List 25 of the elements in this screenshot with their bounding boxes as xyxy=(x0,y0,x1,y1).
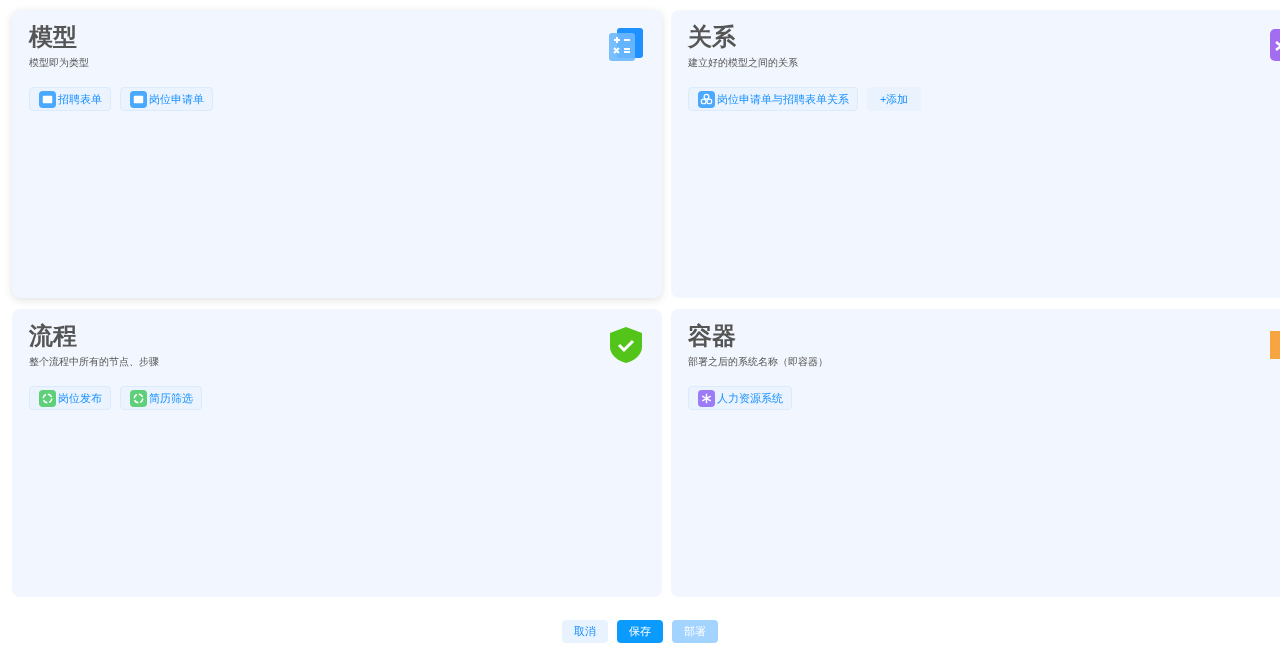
card-subtitle: 部署之后的系统名称（即容器） xyxy=(688,355,828,369)
tag-chip[interactable]: 岗位申请单 xyxy=(120,87,213,111)
form-icon xyxy=(39,90,56,108)
card-subtitle: 建立好的模型之间的关系 xyxy=(688,56,798,70)
card-subtitle: 模型即为类型 xyxy=(29,56,89,70)
card-subtitle: 整个流程中所有的节点、步骤 xyxy=(29,355,159,369)
tag-chip[interactable]: 岗位发布 xyxy=(29,386,111,410)
form-icon xyxy=(130,90,147,108)
primary-button[interactable]: 保存 xyxy=(617,620,663,643)
secondary-button[interactable]: 取消 xyxy=(562,620,608,643)
cycle-icon xyxy=(130,389,147,407)
relation-icon xyxy=(698,90,715,108)
tag-chip[interactable]: 招聘表单 xyxy=(29,87,111,111)
tag-chip[interactable]: 岗位申请单与招聘表单关系 xyxy=(688,87,858,111)
add-button[interactable]: +添加 xyxy=(867,87,922,111)
card-title: 关系 xyxy=(688,22,736,52)
tag-chip[interactable]: 简历筛选 xyxy=(120,386,202,410)
tag-chip[interactable]: 人力资源系统 xyxy=(688,386,792,410)
card-title: 流程 xyxy=(29,321,77,351)
snowflake-icon xyxy=(698,389,715,407)
calculator-icon xyxy=(607,26,645,64)
shield-check-icon xyxy=(607,325,645,365)
card-title: 模型 xyxy=(29,22,77,52)
card-title: 容器 xyxy=(688,321,736,351)
cycle-icon xyxy=(39,389,56,407)
